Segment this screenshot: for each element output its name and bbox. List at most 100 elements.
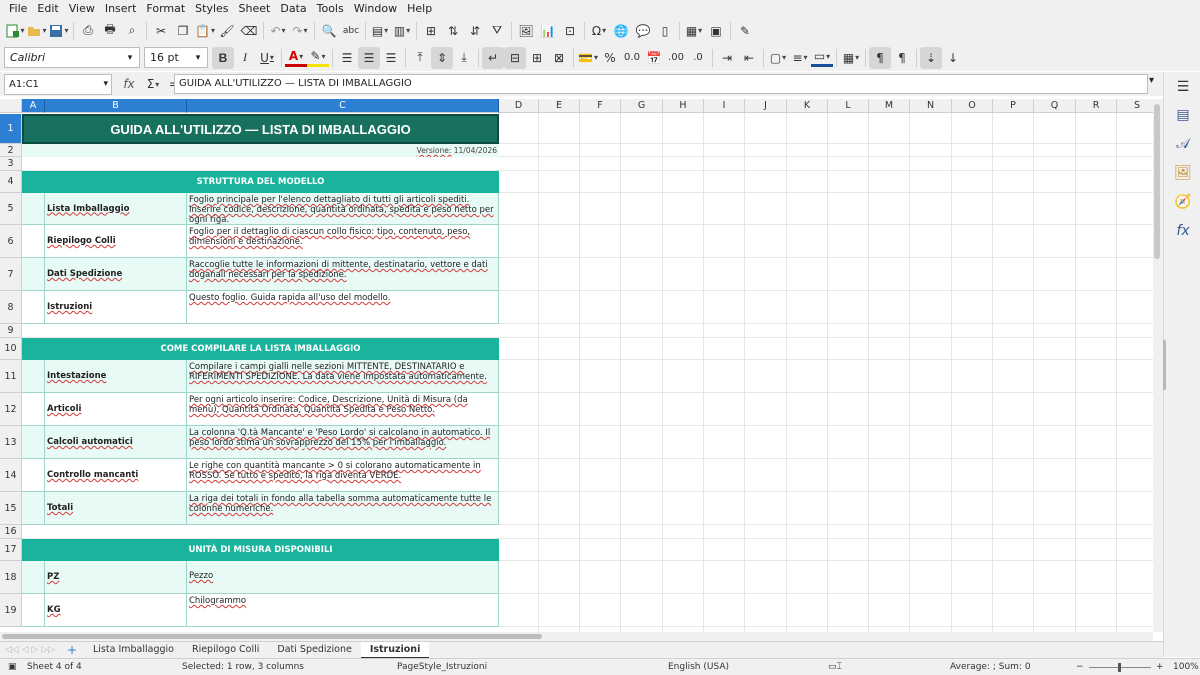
align-center-icon[interactable]: ☰ bbox=[358, 46, 380, 69]
undo-icon[interactable]: ↶ bbox=[267, 20, 289, 42]
pivot-table-icon[interactable]: ⊡ bbox=[559, 20, 581, 42]
date-format-icon[interactable]: 📅 bbox=[643, 47, 665, 69]
section-header[interactable]: COME COMPILARE LA LISTA IMBALLAGGIO bbox=[22, 338, 499, 360]
column-header[interactable]: L bbox=[828, 99, 869, 113]
section-header[interactable]: UNITÀ DI MISURA DISPONIBILI bbox=[22, 539, 499, 561]
special-character-icon[interactable]: Ω bbox=[588, 20, 610, 42]
border-style-icon[interactable]: ≡ bbox=[789, 47, 811, 69]
italic-icon[interactable]: I bbox=[234, 47, 256, 69]
sort-text-icon[interactable]: ↓ bbox=[942, 47, 964, 69]
align-middle-icon[interactable]: ⇕ bbox=[431, 46, 453, 69]
header-footer-icon[interactable]: ▯ bbox=[654, 20, 676, 42]
navigator-icon[interactable]: 🧭 bbox=[1173, 192, 1193, 212]
freeze-rows-icon[interactable]: ▣ bbox=[705, 20, 727, 42]
horizontal-scrollbar[interactable] bbox=[0, 632, 1153, 641]
clone-formatting-icon[interactable]: 🖌 bbox=[216, 20, 238, 42]
row-header[interactable]: 13 bbox=[0, 426, 22, 459]
row-header[interactable]: 15 bbox=[0, 492, 22, 525]
menu-item[interactable]: Edit bbox=[32, 0, 63, 17]
zoom-slider-thumb[interactable] bbox=[1118, 663, 1121, 672]
chevron-down-icon[interactable]: ▾ bbox=[103, 79, 108, 89]
column-header[interactable]: C bbox=[187, 99, 499, 113]
sheet-tab[interactable]: Riepilogo Colli bbox=[183, 642, 268, 659]
menu-item[interactable]: View bbox=[64, 0, 100, 17]
define-print-area-icon[interactable]: ▦ bbox=[683, 20, 705, 42]
row-header[interactable]: 16 bbox=[0, 525, 22, 539]
print-icon[interactable]: 🖶 bbox=[99, 20, 121, 42]
autofilter-icon[interactable]: ⊞ bbox=[420, 20, 442, 42]
column-header[interactable]: R bbox=[1076, 99, 1117, 113]
item-label[interactable]: Articoli bbox=[45, 393, 187, 426]
select-all-corner[interactable] bbox=[0, 99, 22, 113]
row-header[interactable]: 5 bbox=[0, 193, 22, 225]
save-icon[interactable] bbox=[48, 20, 70, 42]
vertical-text-icon[interactable]: ⇣ bbox=[920, 46, 942, 69]
sheet-title[interactable]: GUIDA ALL'UTILIZZO — LISTA DI IMBALLAGGI… bbox=[22, 114, 499, 144]
item-label[interactable]: Calcoli automatici bbox=[45, 426, 187, 459]
column-header[interactable]: M bbox=[869, 99, 910, 113]
chevron-down-icon[interactable]: ▾ bbox=[121, 48, 139, 67]
function-wizard-icon[interactable]: fx bbox=[118, 73, 140, 95]
unmerge-cells-icon[interactable]: ⊠ bbox=[548, 47, 570, 69]
menu-item[interactable]: Tools bbox=[312, 0, 349, 17]
formula-input[interactable]: GUIDA ALL'UTILIZZO — LISTA DI IMBALLAGGI… bbox=[174, 74, 1148, 94]
column-header[interactable]: D bbox=[499, 99, 539, 113]
menu-item[interactable]: Data bbox=[275, 0, 311, 17]
filter-icon[interactable]: ⛛ bbox=[486, 20, 508, 42]
column-header[interactable]: G bbox=[621, 99, 663, 113]
column-header[interactable]: N bbox=[910, 99, 952, 113]
sheet-tab[interactable]: Dati Spedizione bbox=[268, 642, 360, 659]
menu-item[interactable]: Insert bbox=[100, 0, 142, 17]
row-indent-cell[interactable] bbox=[22, 360, 45, 393]
row-header[interactable]: 18 bbox=[0, 561, 22, 594]
item-description[interactable]: Compilare i campi gialli nelle sezioni M… bbox=[187, 360, 499, 393]
row-indent-cell[interactable] bbox=[22, 225, 45, 258]
item-label[interactable]: PZ bbox=[45, 561, 187, 594]
merge-cells-icon[interactable]: ⊞ bbox=[526, 47, 548, 69]
item-label[interactable]: Riepilogo Colli bbox=[45, 225, 187, 258]
align-top-icon[interactable]: ⤒ bbox=[409, 47, 431, 69]
align-left-icon[interactable]: ☰ bbox=[336, 47, 358, 69]
column-header[interactable]: H bbox=[663, 99, 704, 113]
row-indent-cell[interactable] bbox=[22, 594, 45, 627]
spelling-icon[interactable]: abc bbox=[340, 20, 362, 42]
borders-icon[interactable]: ▢ bbox=[767, 47, 789, 69]
vertical-scroll-thumb[interactable] bbox=[1154, 104, 1160, 259]
item-label[interactable]: KG bbox=[45, 594, 187, 627]
row-header[interactable]: 19 bbox=[0, 594, 22, 627]
row-header[interactable]: 8 bbox=[0, 291, 22, 324]
item-description[interactable]: La riga dei totali in fondo alla tabella… bbox=[187, 492, 499, 525]
menu-item[interactable]: Help bbox=[402, 0, 437, 17]
item-label[interactable]: Istruzioni bbox=[45, 291, 187, 324]
column-header[interactable]: I bbox=[704, 99, 745, 113]
item-description[interactable]: Foglio per il dettaglio di ciascun collo… bbox=[187, 225, 499, 258]
row-indent-cell[interactable] bbox=[22, 492, 45, 525]
export-pdf-icon[interactable]: ⎙ bbox=[77, 20, 99, 42]
row-header[interactable]: 6 bbox=[0, 225, 22, 258]
row-header[interactable]: 11 bbox=[0, 360, 22, 393]
cut-icon[interactable]: ✂ bbox=[150, 20, 172, 42]
properties-icon[interactable]: ▤ bbox=[1173, 105, 1193, 125]
item-label[interactable]: Dati Spedizione bbox=[45, 258, 187, 291]
zoom-level[interactable]: 100% bbox=[1173, 662, 1199, 672]
sheet-tab[interactable]: Istruzioni bbox=[360, 641, 430, 659]
delete-decimal-icon[interactable]: .0 bbox=[687, 47, 709, 69]
row-indent-cell[interactable] bbox=[22, 561, 45, 594]
item-label[interactable]: Controllo mancanti bbox=[45, 459, 187, 492]
row-header[interactable]: 4 bbox=[0, 171, 22, 193]
column-header[interactable]: S bbox=[1117, 99, 1153, 113]
row-header[interactable]: 10 bbox=[0, 338, 22, 360]
sort-descending-icon[interactable]: ⇵ bbox=[464, 20, 486, 42]
section-header[interactable]: STRUTTURA DEL MODELLO bbox=[22, 171, 499, 193]
paste-icon[interactable]: 📋 bbox=[194, 20, 216, 42]
column-header[interactable]: A bbox=[22, 99, 45, 113]
functions-icon[interactable]: fx bbox=[1173, 221, 1193, 241]
wrap-text-icon[interactable]: ↵ bbox=[482, 46, 504, 69]
row-header[interactable]: 17 bbox=[0, 539, 22, 561]
font-name-box[interactable]: Calibri ▾ bbox=[4, 47, 140, 68]
item-description[interactable]: Raccoglie tutte le informazioni di mitte… bbox=[187, 258, 499, 291]
menu-item[interactable]: Window bbox=[349, 0, 402, 17]
row-indent-cell[interactable] bbox=[22, 291, 45, 324]
hyperlink-icon[interactable]: 🌐 bbox=[610, 20, 632, 42]
row-indent-cell[interactable] bbox=[22, 193, 45, 225]
